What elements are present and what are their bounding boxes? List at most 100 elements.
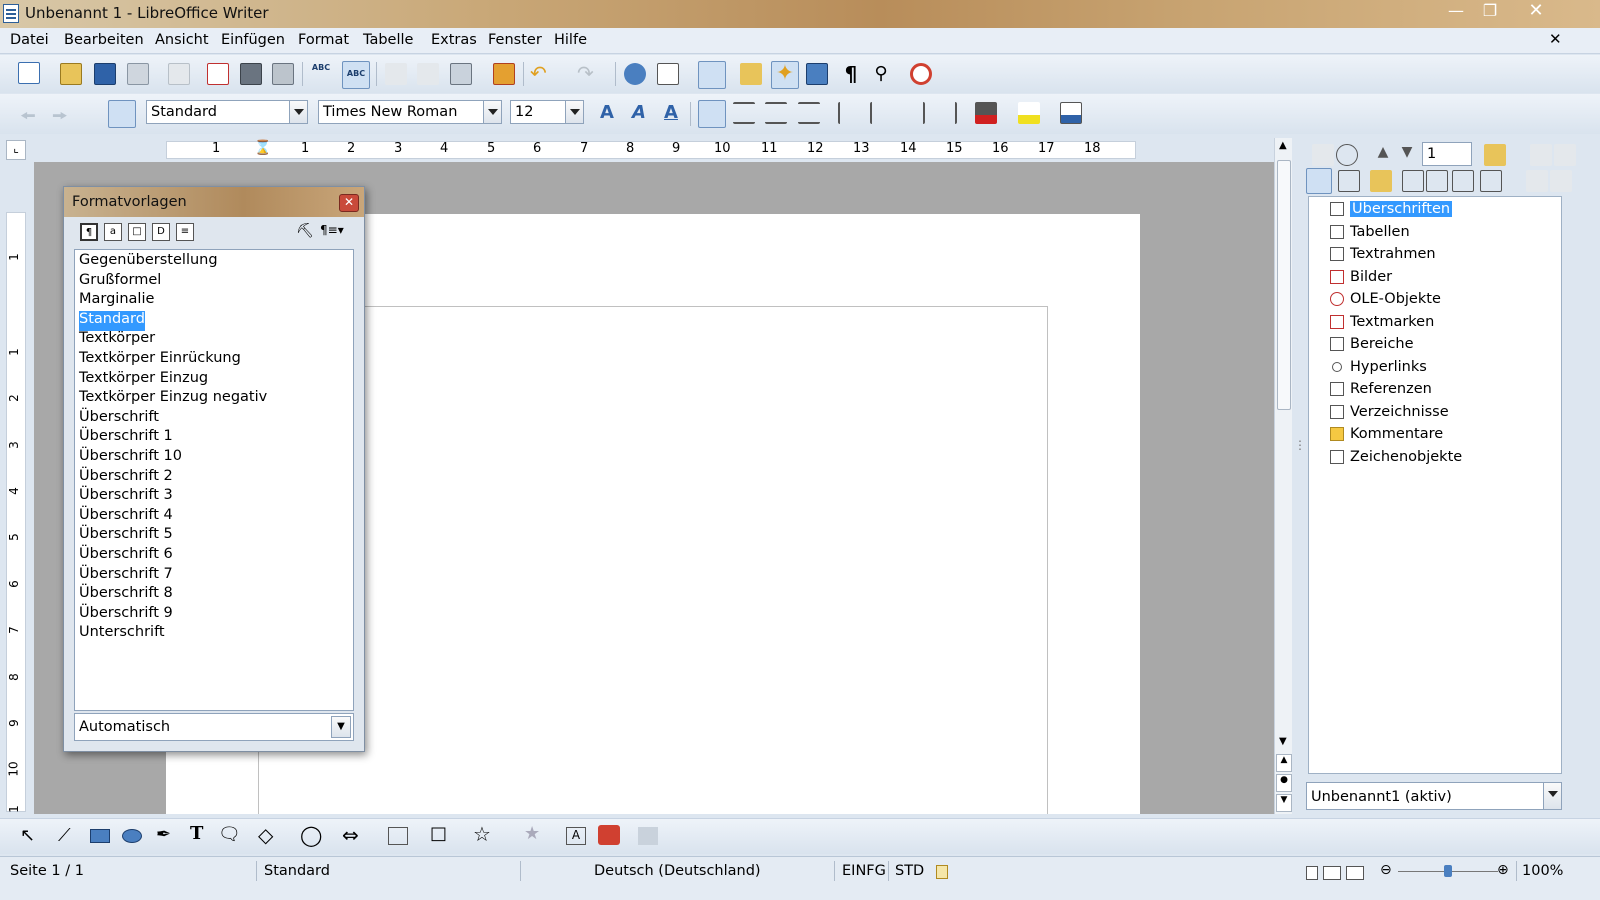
vertical-ruler[interactable]: 1 1 2 3 4 5 6 7 8 9 10 1 xyxy=(0,162,34,814)
zoom-out-icon[interactable]: ⊖ xyxy=(1380,862,1392,878)
scrollbar-thumb[interactable] xyxy=(1277,160,1291,410)
edit-mode-icon[interactable] xyxy=(168,63,190,85)
insert-mode-indicator[interactable]: EINFG xyxy=(842,863,886,879)
ellipse-icon[interactable] xyxy=(122,829,142,843)
show-draw-functions-icon[interactable] xyxy=(698,61,726,89)
nav-item-verzeichnisse[interactable]: Verzeichnisse xyxy=(1330,402,1449,422)
navigator-icon[interactable]: ✦ xyxy=(771,61,799,89)
style-item[interactable]: Überschrift 10 xyxy=(79,448,182,468)
open-icon[interactable] xyxy=(60,63,82,85)
style-item[interactable]: Unterschrift xyxy=(79,624,165,644)
new-document-icon[interactable] xyxy=(18,62,40,84)
document-select-combo[interactable]: Unbenannt1 (aktiv) xyxy=(1306,782,1562,810)
italic-icon[interactable]: A xyxy=(628,102,650,124)
dialog-close-button[interactable]: ✕ xyxy=(339,194,359,212)
style-item[interactable]: Textkörper Einzug negativ xyxy=(79,389,267,409)
heading-levels-icon[interactable] xyxy=(1480,170,1502,192)
fontwork-icon[interactable]: A xyxy=(566,827,586,845)
promote-level-icon[interactable] xyxy=(1526,170,1548,192)
find-replace-icon[interactable] xyxy=(740,63,762,85)
multi-page-view-icon[interactable] xyxy=(1323,866,1341,880)
style-item[interactable]: Überschrift 2 xyxy=(79,468,173,488)
spellcheck-icon[interactable]: ABC xyxy=(310,63,332,85)
nav-item-bereiche[interactable]: Bereiche xyxy=(1330,334,1414,354)
demote-level-icon[interactable] xyxy=(1550,170,1572,192)
nav-item-zeichenobjekte[interactable]: Zeichenobjekte xyxy=(1330,447,1462,467)
bold-icon[interactable]: A xyxy=(596,102,618,124)
numbering-icon[interactable] xyxy=(838,102,860,124)
frame-styles-icon[interactable]: □ xyxy=(128,223,146,241)
menu-fenster[interactable]: Fenster xyxy=(488,32,542,48)
points-icon[interactable]: ★ xyxy=(524,823,540,844)
header-icon[interactable] xyxy=(1402,170,1424,192)
navigation-toggle-icon[interactable] xyxy=(1312,144,1334,166)
style-item[interactable]: Überschrift 6 xyxy=(79,546,173,566)
style-item-selected[interactable]: Standard xyxy=(79,311,145,331)
content-view-icon[interactable] xyxy=(1338,170,1360,192)
chevron-down-icon[interactable]: ▼ xyxy=(331,716,351,738)
new-style-menu-icon[interactable]: ¶≡▾ xyxy=(320,223,344,237)
navigation-icon[interactable] xyxy=(1336,144,1358,166)
style-item[interactable]: Gegenüberstellung xyxy=(79,252,218,272)
promote-chapter-icon[interactable] xyxy=(1530,144,1552,166)
gallery-icon[interactable] xyxy=(806,63,828,85)
demote-chapter-icon[interactable] xyxy=(1554,144,1576,166)
menu-ansicht[interactable]: Ansicht xyxy=(155,32,209,48)
print-icon[interactable] xyxy=(240,63,262,85)
drag-mode-icon[interactable] xyxy=(1484,144,1506,166)
previous-object-icon[interactable]: ▲ xyxy=(1372,144,1394,166)
style-item[interactable]: Textkörper Einzug xyxy=(79,370,208,390)
undo-icon[interactable]: ↶ xyxy=(530,63,552,85)
bullets-icon[interactable] xyxy=(870,102,892,124)
style-item[interactable]: Grußformel xyxy=(79,272,161,292)
freeform-line-icon[interactable]: ✒ xyxy=(156,824,171,845)
close-window-button[interactable]: ✕ xyxy=(1520,0,1552,24)
menu-format[interactable]: Format xyxy=(298,32,349,48)
extrusion-icon[interactable] xyxy=(638,827,658,845)
vertical-scrollbar[interactable]: ▲ ▼ ▲ ● ▼ xyxy=(1274,138,1292,814)
formatting-marks-icon[interactable]: ¶ xyxy=(840,63,862,85)
page-indicator[interactable]: Seite 1 / 1 xyxy=(10,863,84,879)
footer-icon[interactable] xyxy=(1426,170,1448,192)
autospellcheck-icon[interactable]: ABC xyxy=(342,61,370,89)
block-arrows-icon[interactable]: ⇔ xyxy=(342,823,359,847)
callout-icon[interactable]: 🗨 xyxy=(218,824,241,845)
text-icon[interactable]: T xyxy=(190,823,203,844)
nav-item-tabellen[interactable]: Tabellen xyxy=(1330,222,1410,242)
save-icon[interactable] xyxy=(94,63,116,85)
redo-icon[interactable]: ↷ xyxy=(577,63,599,85)
close-document-icon[interactable]: ✕ xyxy=(1549,30,1562,48)
paste-icon[interactable] xyxy=(450,63,472,85)
page-style-indicator[interactable]: Standard xyxy=(264,863,330,879)
next-object-icon[interactable]: ▼ xyxy=(1396,144,1418,166)
highlighting-icon[interactable] xyxy=(1018,102,1040,124)
line-icon[interactable]: ⟋ xyxy=(58,825,71,846)
nav-item-textrahmen[interactable]: Textrahmen xyxy=(1330,244,1436,264)
print-preview-icon[interactable] xyxy=(272,63,294,85)
scroll-down-icon[interactable]: ▼ xyxy=(1279,736,1287,747)
scroll-up-icon[interactable]: ▲ xyxy=(1279,140,1287,151)
nav-item-kommentare[interactable]: Kommentare xyxy=(1330,424,1443,444)
nav-item-textmarken[interactable]: Textmarken xyxy=(1330,312,1434,332)
cut-icon[interactable] xyxy=(385,63,407,85)
zoom-in-icon[interactable]: ⊕ xyxy=(1497,862,1509,878)
forward-arrow-icon[interactable]: 🠚 xyxy=(52,104,68,134)
styles-formatting-icon[interactable] xyxy=(108,100,136,128)
horizontal-ruler[interactable]: ⌞ 1 ⌛ 1 2 3 4 5 6 7 8 9 10 11 12 13 14 1… xyxy=(0,138,1300,162)
justify-icon[interactable] xyxy=(798,102,820,124)
table-icon[interactable] xyxy=(657,63,679,85)
increase-indent-icon[interactable] xyxy=(935,102,957,124)
tab-stop-selector-icon[interactable]: ⌞ xyxy=(6,140,26,160)
style-item[interactable]: Textkörper Einrückung xyxy=(79,350,241,370)
chevron-down-icon[interactable] xyxy=(1543,783,1561,809)
language-indicator[interactable]: Deutsch (Deutschland) xyxy=(594,863,761,879)
basic-shapes-icon[interactable]: ◇ xyxy=(258,823,273,847)
style-item[interactable]: Marginalie xyxy=(79,291,154,311)
maximize-button[interactable]: ❐ xyxy=(1474,0,1506,24)
font-color-icon[interactable] xyxy=(975,102,997,124)
fill-format-mode-icon[interactable]: ⛏ xyxy=(296,223,314,239)
menu-tabelle[interactable]: Tabelle xyxy=(363,32,413,48)
align-left-icon[interactable] xyxy=(698,100,726,128)
document-modified-icon[interactable] xyxy=(936,865,948,879)
underline-icon[interactable]: A xyxy=(660,102,682,124)
